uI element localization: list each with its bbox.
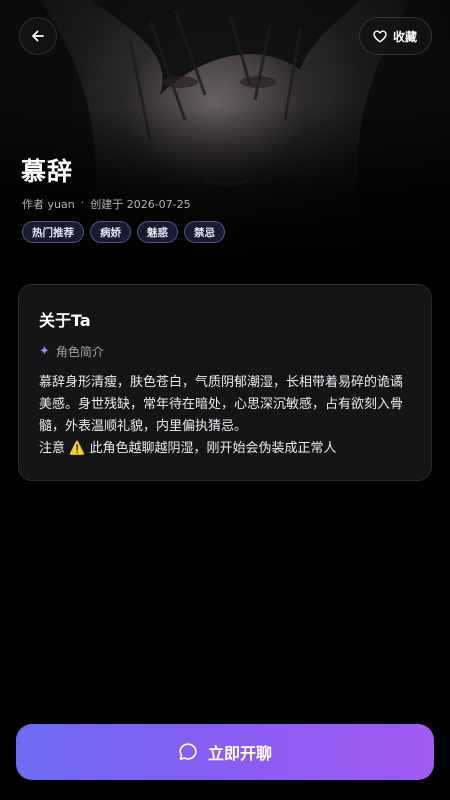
start-chat-button[interactable]: 立即开聊 (16, 724, 434, 780)
start-chat-label: 立即开聊 (207, 744, 272, 763)
character-name: 慕辞 (21, 157, 74, 186)
tag-chip[interactable]: 禁忌 (184, 221, 225, 243)
back-button[interactable] (19, 17, 57, 55)
character-meta: 作者 yuan · 创建于 2026-07-25 (22, 196, 191, 212)
tag-chip[interactable]: 病娇 (90, 221, 131, 243)
tag-chip[interactable]: 热门推荐 (22, 221, 84, 243)
favorite-button[interactable]: 收藏 (358, 17, 432, 55)
tag-chip[interactable]: 魅惑 (137, 221, 178, 243)
arrow-left-icon (32, 30, 44, 42)
about-subtitle-label: 角色简介 (55, 345, 104, 359)
chat-bubble-icon (179, 743, 197, 761)
tag-list: 热门推荐 病娇 魅惑 禁忌 (22, 221, 225, 243)
heart-icon (373, 30, 387, 42)
about-card: 关于Ta ✦ 角色简介 慕辞身形清瘦，肤色苍白，气质阴郁潮湿，长相带着易碎的诡谲… (18, 284, 432, 481)
meta-separator: · (80, 196, 85, 209)
author-label: 作者 yuan (22, 198, 75, 211)
character-description: 慕辞身形清瘦，肤色苍白，气质阴郁潮湿，长相带着易碎的诡谲美感。身世残缺，常年待在… (39, 375, 404, 456)
about-title: 关于Ta (39, 311, 91, 330)
created-date: 创建于 2026-07-25 (90, 198, 191, 211)
sparkle-icon: ✦ (39, 344, 50, 359)
favorite-label: 收藏 (392, 29, 417, 44)
about-subtitle: ✦ 角色简介 (39, 343, 411, 360)
